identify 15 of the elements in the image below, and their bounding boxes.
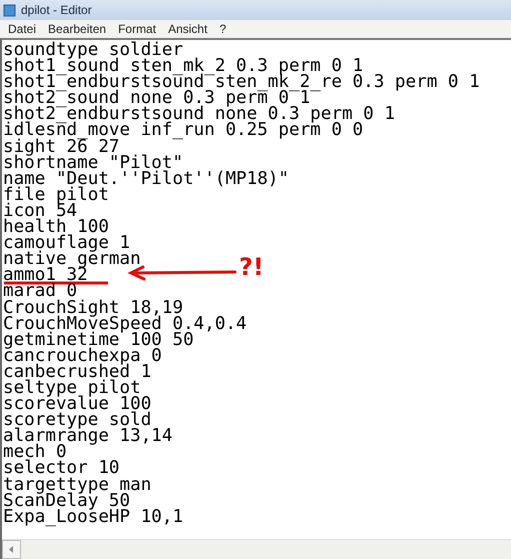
text-line: camouflage 1 bbox=[3, 233, 130, 254]
text-editor[interactable] bbox=[0, 38, 511, 559]
window-title: dpilot - Editor bbox=[21, 3, 92, 17]
text-line: alarmrange 13,14 bbox=[3, 426, 172, 446]
left-arrow-icon bbox=[9, 546, 14, 553]
menu-item[interactable]: Bearbeiten bbox=[42, 22, 112, 36]
menu-item[interactable]: Format bbox=[112, 22, 162, 36]
text-line: selector 10 bbox=[3, 458, 120, 478]
menu-item[interactable]: Datei bbox=[2, 22, 42, 36]
horizontal-scrollbar[interactable] bbox=[2, 539, 511, 559]
annotation-note: ?! bbox=[239, 253, 264, 282]
notepad-icon bbox=[3, 3, 17, 17]
menu-item[interactable]: Ansicht bbox=[162, 22, 214, 36]
scroll-left-button[interactable] bbox=[2, 540, 21, 559]
menu-item[interactable]: ? bbox=[213, 22, 232, 36]
